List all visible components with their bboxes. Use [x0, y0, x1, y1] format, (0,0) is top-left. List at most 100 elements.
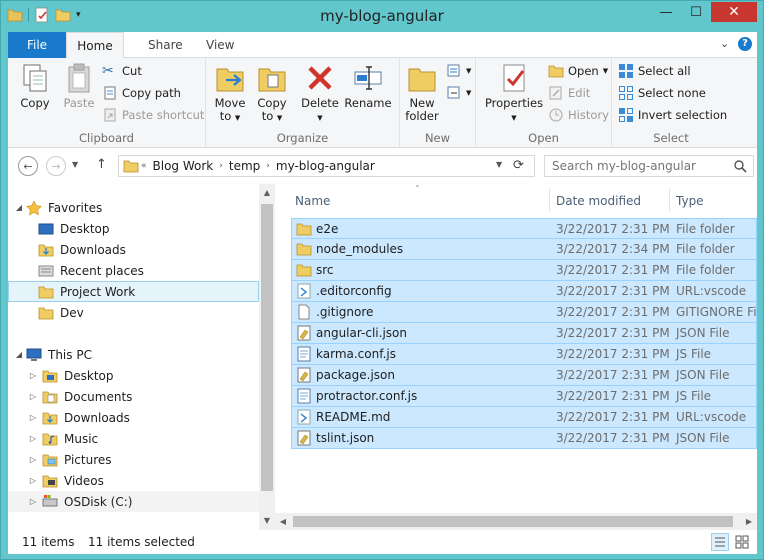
tab-view[interactable]: View [194, 32, 246, 58]
paste-button[interactable]: Paste [58, 62, 100, 110]
breadcrumb-blog-work[interactable]: Blog Work [149, 159, 218, 173]
nav-pc-documents-label: Documents [64, 389, 133, 404]
invert-selection-button[interactable]: Invert selection [618, 105, 727, 125]
nav-desktop[interactable]: Desktop [8, 218, 259, 239]
file-row[interactable]: .editorconfig 3/22/2017 2:31 PM URL:vscode [291, 281, 757, 302]
column-name[interactable]: Name [295, 194, 330, 208]
nav-pc-downloads[interactable]: ▷ Downloads [8, 407, 259, 428]
cut-button[interactable]: ✂ Cut [102, 61, 142, 81]
copy-path-button[interactable]: Copy path [102, 83, 181, 103]
rename-button[interactable]: Rename [342, 62, 394, 110]
expand-ribbon-icon[interactable]: ⌄ [720, 37, 729, 50]
search-input[interactable] [545, 156, 725, 176]
nav-pc-documents[interactable]: ▷ Documents [8, 386, 259, 407]
close-button[interactable]: ✕ [711, 2, 757, 22]
tab-file[interactable]: File [8, 32, 66, 58]
delete-button[interactable]: Delete ▼ [300, 62, 340, 125]
search-icon[interactable] [733, 159, 747, 173]
open-button[interactable]: Open ▼ [548, 61, 608, 81]
address-overflow-icon[interactable]: « [139, 161, 149, 171]
column-type[interactable]: Type [676, 194, 704, 208]
collapse-icon[interactable]: ◢ [14, 203, 24, 212]
new-group: New folder ▼ ▼ New [400, 58, 476, 148]
file-list-scrollbar[interactable]: ◀ ▶ [275, 513, 757, 530]
scroll-up-icon[interactable]: ▲ [259, 185, 275, 201]
expand-icon[interactable]: ▷ [28, 455, 38, 464]
file-row[interactable]: karma.conf.js 3/22/2017 2:31 PM JS File [291, 344, 757, 365]
nav-this-pc[interactable]: ◢ This PC [8, 344, 259, 365]
select-all-button[interactable]: Select all [618, 61, 691, 81]
nav-project-work[interactable]: Project Work [8, 281, 259, 302]
nav-pane-scrollbar[interactable]: ▲ ▼ [259, 184, 275, 530]
nav-pc-pictures[interactable]: ▷ Pictures [8, 449, 259, 470]
nav-dev[interactable]: Dev [8, 302, 259, 323]
expand-icon[interactable]: ▷ [28, 497, 38, 506]
easy-access-button[interactable]: ▼ [446, 83, 471, 103]
expand-icon[interactable]: ▷ [28, 476, 38, 485]
expand-icon[interactable]: ▷ [28, 392, 38, 401]
scroll-left-icon[interactable]: ◀ [275, 513, 291, 530]
nav-pc-music[interactable]: ▷ Music [8, 428, 259, 449]
file-row[interactable]: e2e 3/22/2017 2:31 PM File folder [291, 218, 757, 239]
file-row[interactable]: src 3/22/2017 2:31 PM File folder [291, 260, 757, 281]
back-button[interactable]: ← [18, 156, 38, 176]
nav-pc-videos[interactable]: ▷ Videos [8, 470, 259, 491]
expand-icon[interactable]: ▷ [28, 371, 38, 380]
select-none-button[interactable]: Select none [618, 83, 706, 103]
file-row[interactable]: angular-cli.json 3/22/2017 2:31 PM JSON Fi… [291, 323, 757, 344]
column-date-modified[interactable]: Date modified [556, 194, 641, 208]
breadcrumb-temp[interactable]: temp [225, 159, 264, 173]
large-icons-view-icon[interactable] [733, 533, 751, 551]
scroll-down-icon[interactable]: ▼ [259, 513, 275, 529]
file-row[interactable]: .gitignore 3/22/2017 2:31 PM GITIGNORE Fil… [291, 302, 757, 323]
search-box[interactable] [544, 155, 754, 177]
recent-locations-icon[interactable]: ▼ [72, 160, 78, 169]
forward-button[interactable]: → [46, 156, 66, 176]
scroll-right-icon[interactable]: ▶ [741, 513, 757, 530]
history-button[interactable]: History [548, 105, 609, 125]
edit-button[interactable]: Edit [548, 83, 590, 103]
nav-downloads[interactable]: Downloads [8, 239, 259, 260]
new-item-button[interactable]: ▼ [446, 61, 471, 81]
file-row[interactable]: tslint.json 3/22/2017 2:31 PM JSON File [291, 428, 757, 449]
file-row[interactable]: node_modules 3/22/2017 2:34 PM File folder [291, 239, 757, 260]
nav-pc-desktop[interactable]: ▷ Desktop [8, 365, 259, 386]
file-row[interactable]: protractor.conf.js 3/22/2017 2:31 PM JS Fi… [291, 386, 757, 407]
expand-icon[interactable]: ▷ [28, 434, 38, 443]
nav-favorites[interactable]: ◢ Favorites [8, 197, 259, 218]
copy-to-button[interactable]: Copy to ▼ [252, 62, 292, 125]
help-icon[interactable]: ? [738, 37, 752, 51]
expand-icon[interactable]: ▷ [28, 413, 38, 422]
file-row[interactable]: package.json 3/22/2017 2:31 PM JSON File [291, 365, 757, 386]
organize-group: Move to ▼ Copy to ▼ Delete ▼ Rename Orga… [206, 58, 400, 148]
refresh-icon[interactable]: ⟳ [513, 158, 529, 174]
collapse-icon[interactable]: ◢ [14, 350, 24, 359]
chevron-right-icon[interactable]: › [264, 161, 272, 171]
star-icon [26, 199, 42, 215]
minimize-button[interactable]: — [651, 2, 681, 22]
horizontal-scroll-thumb[interactable] [293, 516, 733, 527]
move-to-button[interactable]: Move to ▼ [210, 62, 250, 125]
tab-share[interactable]: Share [136, 32, 195, 58]
copy-button[interactable]: Copy [14, 62, 56, 110]
column-divider[interactable] [549, 188, 550, 212]
up-arrow-icon[interactable]: ↑ [96, 157, 107, 172]
file-row[interactable]: README.md 3/22/2017 2:31 PM URL:vscode [291, 407, 757, 428]
nav-pc-osdisk[interactable]: ▷ OSDisk (C:) [8, 491, 259, 512]
nav-recent-places[interactable]: Recent places [8, 260, 259, 281]
column-divider[interactable] [669, 188, 670, 212]
maximize-button[interactable]: ☐ [681, 2, 711, 22]
properties-button[interactable]: Properties ▼ [484, 62, 544, 125]
chevron-right-icon[interactable]: › [217, 161, 225, 171]
paste-shortcut-button[interactable]: Paste shortcut [102, 105, 204, 125]
copy-icon [23, 64, 47, 92]
nav-scroll-thumb[interactable] [261, 204, 273, 491]
file-type: JSON File [676, 368, 730, 382]
details-view-icon[interactable] [711, 533, 729, 551]
new-folder-button[interactable]: New folder [402, 62, 442, 123]
tab-home[interactable]: Home [66, 32, 124, 59]
address-bar[interactable]: « Blog Work › temp › my-blog-angular [118, 155, 535, 177]
item-count: 11 items [22, 535, 75, 549]
address-dropdown-icon[interactable]: ▼ [496, 160, 502, 169]
breadcrumb-my-blog-angular[interactable]: my-blog-angular [272, 159, 379, 173]
